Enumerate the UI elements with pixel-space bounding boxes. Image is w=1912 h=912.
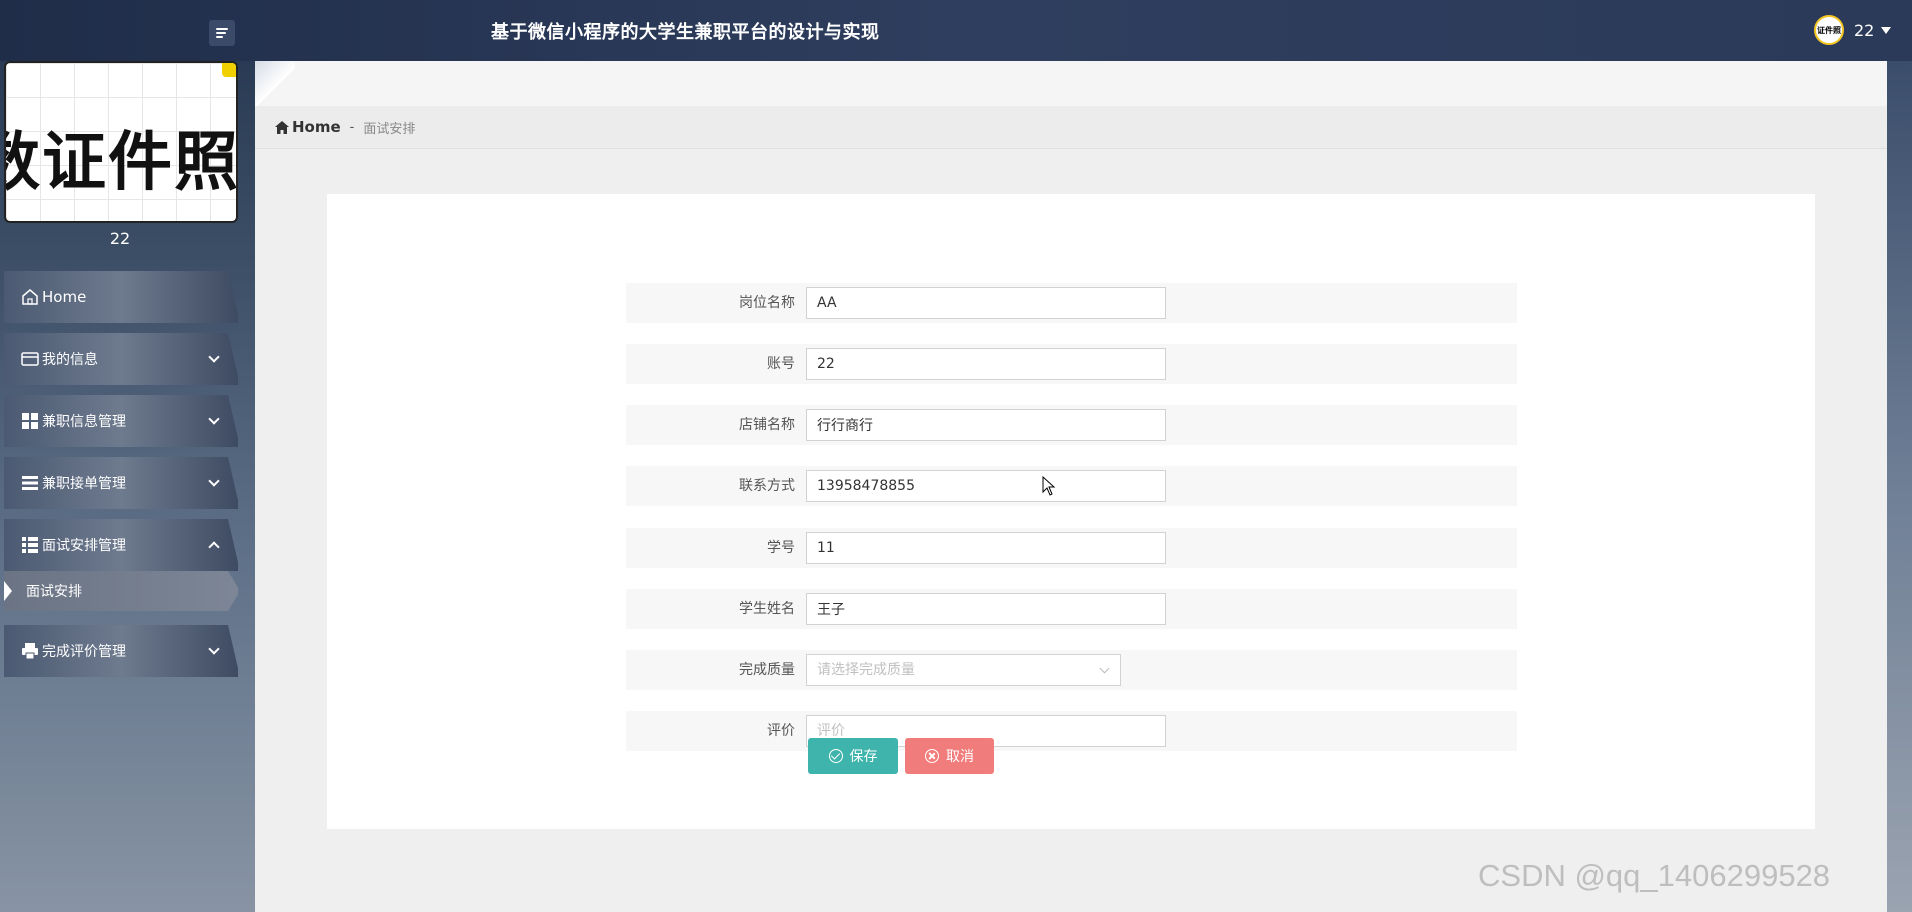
form-row-quality: 完成质量 请选择完成质量 bbox=[626, 650, 1517, 690]
chevron-down-icon bbox=[208, 475, 220, 487]
profile-image-corner bbox=[222, 63, 236, 77]
sidebar-item-label: 兼职接单管理 bbox=[42, 476, 126, 492]
save-button-label: 保存 bbox=[849, 748, 878, 764]
menu-toggle-icon[interactable] bbox=[209, 20, 235, 46]
student-name-input[interactable] bbox=[806, 593, 1166, 625]
sidebar-item-home[interactable]: Home bbox=[4, 271, 238, 323]
breadcrumb-home[interactable]: Home bbox=[275, 118, 341, 136]
field-label: 店铺名称 bbox=[739, 417, 795, 433]
student-id-input[interactable] bbox=[806, 532, 1166, 564]
list-icon bbox=[20, 473, 40, 493]
app-title: 基于微信小程序的大学生兼职平台的设计与实现 bbox=[491, 22, 880, 43]
user-menu[interactable]: 证件照 22 bbox=[1814, 15, 1892, 45]
breadcrumb-current: 面试安排 bbox=[363, 121, 416, 137]
sidebar-item-evaluation[interactable]: 完成评价管理 bbox=[4, 625, 238, 677]
profile-name: 22 bbox=[109, 229, 131, 248]
form-row-position-name: 岗位名称 bbox=[626, 283, 1517, 323]
caret-down-icon[interactable] bbox=[1881, 26, 1892, 34]
field-label: 学生姓名 bbox=[739, 601, 795, 617]
field-label: 评价 bbox=[767, 723, 795, 739]
home-icon bbox=[20, 287, 40, 307]
form-row-evaluation: 评价 bbox=[626, 711, 1517, 751]
cancel-button-label: 取消 bbox=[946, 748, 974, 764]
quality-select[interactable]: 请选择完成质量 bbox=[806, 654, 1121, 686]
mouse-cursor-icon bbox=[1042, 475, 1056, 500]
field-label: 学号 bbox=[767, 540, 795, 556]
sidebar-item-label: Home bbox=[42, 288, 87, 306]
save-button[interactable]: 保存 bbox=[808, 738, 898, 774]
page-curl-decoration bbox=[255, 61, 295, 106]
watermark: CSDN @qq_1406299528 bbox=[1478, 858, 1831, 893]
check-circle-icon bbox=[828, 749, 843, 763]
sidebar-menu: Home 我的信息 兼职信息管理 兼职接单管理 面试安排管理 面试安排 完成评价… bbox=[4, 271, 238, 687]
sidebar-subitem-interview-schedule[interactable]: 面试安排 bbox=[4, 571, 238, 611]
close-circle-icon bbox=[925, 749, 939, 763]
right-edge-strip bbox=[1887, 61, 1912, 912]
chevron-down-icon bbox=[208, 351, 220, 363]
field-label: 联系方式 bbox=[739, 478, 795, 494]
main-top-strip bbox=[255, 61, 1887, 106]
home-icon bbox=[275, 120, 289, 134]
contact-input[interactable] bbox=[806, 470, 1166, 502]
sidebar: 数证件照 22 Home 我的信息 兼职信息管理 兼 bbox=[0, 61, 255, 912]
card-icon bbox=[20, 349, 40, 369]
grid-icon bbox=[20, 411, 40, 431]
sidebar-item-interview[interactable]: 面试安排管理 bbox=[4, 519, 238, 571]
field-label: 完成质量 bbox=[739, 662, 795, 678]
breadcrumb-home-label[interactable]: Home bbox=[292, 118, 341, 136]
field-label: 账号 bbox=[767, 356, 795, 372]
position-name-input[interactable] bbox=[806, 287, 1166, 319]
form-row-account: 账号 bbox=[626, 344, 1517, 384]
main-content: Home - 面试安排 岗位名称 账号 店铺名称 联系方式 学号 学生姓名 bbox=[255, 61, 1887, 912]
chevron-up-icon bbox=[208, 541, 220, 553]
quality-select-placeholder: 请选择完成质量 bbox=[817, 662, 915, 678]
sidebar-item-my-info[interactable]: 我的信息 bbox=[4, 333, 238, 385]
shop-name-input[interactable] bbox=[806, 409, 1166, 441]
table-icon bbox=[20, 535, 40, 555]
sidebar-subitem-label: 面试安排 bbox=[26, 584, 82, 600]
form-row-contact: 联系方式 bbox=[626, 466, 1517, 506]
breadcrumb-separator: - bbox=[349, 119, 355, 135]
breadcrumb: Home - 面试安排 bbox=[255, 106, 1887, 149]
printer-icon bbox=[20, 641, 40, 661]
top-bar: 基于微信小程序的大学生兼职平台的设计与实现 证件照 22 bbox=[0, 0, 1912, 61]
form-row-student-name: 学生姓名 bbox=[626, 589, 1517, 629]
sidebar-item-job-info[interactable]: 兼职信息管理 bbox=[4, 395, 238, 447]
profile-image-text: 数证件照 bbox=[6, 126, 238, 200]
sidebar-item-job-orders[interactable]: 兼职接单管理 bbox=[4, 457, 238, 509]
sidebar-item-label: 我的信息 bbox=[42, 352, 98, 368]
chevron-down-icon bbox=[208, 643, 220, 655]
account-input[interactable] bbox=[806, 348, 1166, 380]
cancel-button[interactable]: 取消 bbox=[905, 738, 994, 774]
chevron-down-icon bbox=[208, 413, 220, 425]
sidebar-item-label: 面试安排管理 bbox=[42, 538, 126, 554]
field-label: 岗位名称 bbox=[739, 295, 795, 311]
profile-image: 数证件照 bbox=[4, 61, 238, 223]
form-row-shop-name: 店铺名称 bbox=[626, 405, 1517, 445]
form-card: 岗位名称 账号 店铺名称 联系方式 学号 学生姓名 完成质量 请选择完成质量 bbox=[327, 194, 1815, 829]
user-name[interactable]: 22 bbox=[1854, 21, 1874, 40]
sidebar-item-label: 完成评价管理 bbox=[42, 644, 126, 660]
form-row-student-id: 学号 bbox=[626, 528, 1517, 568]
avatar[interactable]: 证件照 bbox=[1814, 15, 1844, 45]
chevron-down-icon bbox=[1099, 663, 1110, 674]
sidebar-item-label: 兼职信息管理 bbox=[42, 414, 126, 430]
